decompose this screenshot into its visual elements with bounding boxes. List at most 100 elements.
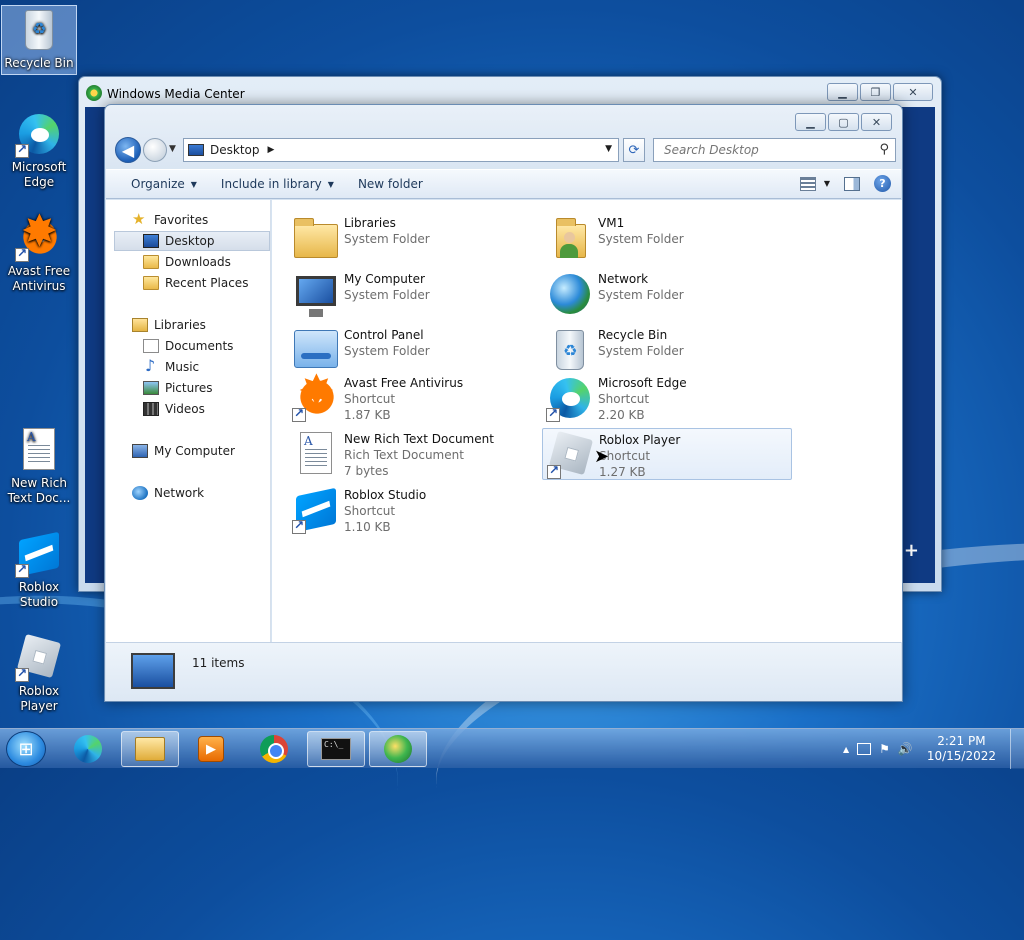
file-item-roblox-player[interactable]: Roblox Player Shortcut 1.27 KB [542, 428, 792, 480]
volume-icon[interactable]: 🔊 [898, 742, 913, 756]
taskbar-chrome[interactable] [245, 731, 303, 767]
chrome-icon [260, 735, 288, 763]
edge-icon [74, 735, 102, 763]
nav-downloads[interactable]: Downloads [143, 252, 231, 272]
include-in-library-button[interactable]: Include in library ▼ [209, 170, 346, 198]
forward-button[interactable] [143, 138, 167, 162]
maximize-button[interactable]: ▢ [828, 113, 859, 131]
nav-music[interactable]: Music [143, 356, 199, 377]
system-tray: ▲ ⚑ 🔊 2:21 PM 10/15/2022 [843, 729, 1024, 769]
desktop-icon-microsoft-edge[interactable]: Microsoft Edge [1, 110, 77, 190]
file-item-avast[interactable]: Avast Free Antivirus Shortcut 1.87 KB [288, 370, 538, 424]
file-item-libraries[interactable]: Libraries System Folder [288, 212, 538, 264]
nav-documents[interactable]: Documents [143, 336, 233, 356]
clock-date: 10/15/2022 [926, 749, 996, 763]
file-item-network[interactable]: Network System Folder [542, 268, 792, 320]
nav-pictures[interactable]: Pictures [143, 378, 213, 398]
desktop-location-icon [188, 144, 204, 156]
explorer-window[interactable]: ▁ ▢ ✕ ◀ ▼ Desktop ▶ ▼ ⟳ ⚲ Organize▼ Incl… [104, 104, 903, 702]
clock[interactable]: 2:21 PM 10/15/2022 [927, 734, 996, 764]
desktop-icon-label: Roblox Studio [18, 580, 60, 609]
recent-pages-dropdown[interactable]: ▼ [169, 144, 176, 154]
plus-icon[interactable]: + [904, 540, 919, 561]
recycle-bin-icon [15, 6, 63, 54]
start-button[interactable]: ⊞ [6, 731, 46, 767]
desktop-icon-label: New Rich Text Doc... [7, 476, 71, 505]
file-item-rich-text-document[interactable]: New Rich Text Document Rich Text Documen… [288, 428, 538, 480]
recycle-bin-icon [546, 326, 594, 374]
new-folder-button[interactable]: New folder [346, 170, 435, 198]
search-box[interactable]: ⚲ [653, 138, 896, 162]
clock-time: 2:21 PM [937, 734, 986, 748]
back-button[interactable]: ◀ [115, 137, 141, 163]
recent-places-icon [143, 276, 159, 290]
roblox-studio-icon [15, 530, 63, 578]
nav-network[interactable]: Network [132, 483, 204, 503]
network-icon [132, 486, 148, 500]
roblox-player-icon [15, 633, 63, 682]
file-item-microsoft-edge[interactable]: Microsoft Edge Shortcut 2.20 KB [542, 372, 792, 424]
roblox-player-icon [547, 430, 595, 479]
refresh-button[interactable]: ⟳ [623, 138, 645, 162]
nav-desktop[interactable]: Desktop [114, 231, 270, 251]
taskbar-explorer[interactable] [121, 731, 179, 767]
close-button[interactable]: ✕ [893, 83, 933, 101]
show-hidden-icons-button[interactable]: ▲ [843, 745, 849, 754]
taskbar-command-prompt[interactable]: C:\_ [307, 731, 365, 767]
desktop-icon-roblox-player[interactable]: Roblox Player [1, 633, 77, 714]
nav-recent-places[interactable]: Recent Places [143, 273, 248, 293]
desktop-icon-roblox-studio[interactable]: Roblox Studio [1, 530, 77, 610]
network-globe-icon [546, 270, 594, 318]
minimize-button[interactable]: ▁ [827, 83, 858, 101]
pictures-icon [143, 381, 159, 395]
command-prompt-icon: C:\_ [321, 738, 351, 760]
file-item-roblox-studio[interactable]: Roblox Studio Shortcut 1.10 KB [288, 484, 538, 536]
minimize-button[interactable]: ▁ [795, 113, 826, 131]
address-bar[interactable]: Desktop ▶ ▼ [183, 138, 619, 162]
nav-videos[interactable]: Videos [143, 399, 205, 419]
navigation-bar: ◀ ▼ Desktop ▶ ▼ ⟳ ⚲ [113, 135, 896, 165]
navigation-pane: Favorites Desktop Downloads Recent Place… [106, 200, 271, 642]
taskbar-media-center[interactable] [369, 731, 427, 767]
media-player-icon: ▶ [198, 736, 224, 762]
desktop-icon-recycle-bin[interactable]: Recycle Bin [1, 5, 77, 75]
network-tray-icon[interactable] [857, 743, 872, 755]
organize-button[interactable]: Organize ▼ [106, 170, 209, 198]
item-count: 11 items [192, 656, 245, 670]
file-item-my-computer[interactable]: My Computer System Folder [288, 268, 538, 320]
desktop-icon-avast[interactable]: Avast Free Antivirus [1, 210, 77, 294]
file-item-recycle-bin[interactable]: Recycle Bin System Folder [542, 324, 792, 376]
media-center-icon [384, 735, 412, 763]
nav-favorites[interactable]: Favorites [132, 210, 208, 230]
mouse-cursor-icon: ➤ [594, 446, 610, 467]
preview-pane-button[interactable] [844, 176, 860, 191]
close-button[interactable]: ✕ [861, 113, 892, 131]
desktop-icon-label: Microsoft Edge [11, 160, 67, 189]
nav-my-computer[interactable]: My Computer [132, 441, 235, 461]
desktop-preview-icon [131, 653, 175, 689]
breadcrumb-chevron-icon[interactable]: ▶ [268, 145, 275, 155]
desktop-icon [143, 234, 159, 248]
computer-icon [132, 444, 148, 458]
action-center-flag-icon[interactable]: ⚑ [879, 742, 890, 756]
roblox-studio-icon [292, 486, 340, 534]
taskbar-edge[interactable] [59, 731, 117, 767]
search-icon[interactable]: ⚲ [879, 142, 889, 157]
edge-icon [15, 110, 63, 158]
desktop-icon-rich-text-doc[interactable]: New Rich Text Doc... [1, 426, 77, 506]
help-icon[interactable]: ? [874, 175, 891, 192]
downloads-folder-icon [143, 255, 159, 269]
address-dropdown-icon[interactable]: ▼ [605, 144, 612, 154]
show-desktop-button[interactable] [1010, 729, 1024, 769]
change-view-button[interactable]: ▼ [799, 176, 830, 191]
address-segment-desktop[interactable]: Desktop [210, 143, 260, 157]
user-folder-icon [546, 214, 594, 262]
libraries-folder-icon [292, 214, 340, 262]
search-input[interactable] [662, 142, 862, 158]
restore-button[interactable]: ❐ [860, 83, 891, 101]
edge-icon [546, 374, 594, 422]
file-item-vm1[interactable]: VM1 System Folder [542, 212, 792, 264]
nav-libraries[interactable]: Libraries [132, 315, 206, 335]
avast-icon [15, 210, 63, 262]
taskbar-media-player[interactable]: ▶ [182, 731, 240, 767]
